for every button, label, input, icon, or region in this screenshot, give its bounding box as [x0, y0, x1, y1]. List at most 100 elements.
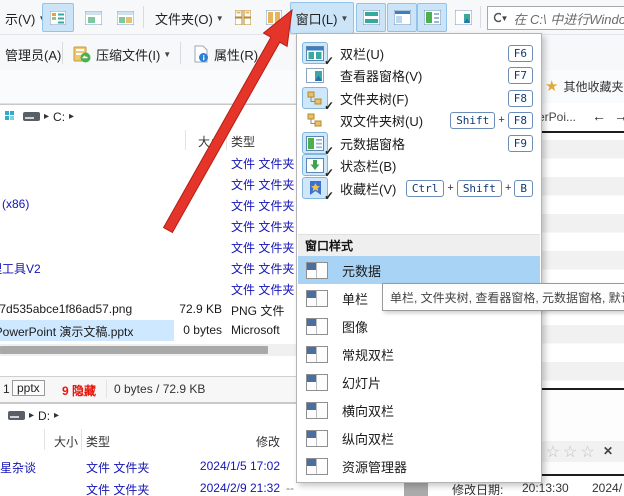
- toolbar-separator: [180, 42, 181, 64]
- close-icon[interactable]: ✕: [603, 444, 613, 458]
- column-header-type[interactable]: 类型: [231, 133, 255, 150]
- horizontal-panes-button[interactable]: [356, 3, 386, 32]
- dual-vertical-pane-icon: [266, 10, 282, 25]
- crumb-arrow-icon: ▸: [29, 410, 34, 421]
- hidden-files-badge[interactable]: 9 隐藏: [62, 382, 96, 399]
- properties-button[interactable]: 属性(R) ▼: [188, 41, 274, 67]
- other-favorites-button[interactable]: ★ 其他收藏夹: [545, 77, 623, 95]
- properties-label: 属性(R): [214, 45, 258, 64]
- tooltip: 单栏, 文件夹树, 查看器窗格, 元数据窗格, 默认: [382, 283, 624, 311]
- menu-item-style-regular-dual[interactable]: 常规双栏: [298, 340, 540, 368]
- extension-badge[interactable]: pptx: [12, 380, 45, 396]
- viewer-pane-icon: [302, 64, 328, 86]
- file-type: 文件 文件夹: [86, 459, 149, 476]
- menu-item-label: 收藏栏(V): [340, 179, 396, 198]
- menu-item-viewer-pane[interactable]: 查看器窗格(V) F7: [298, 64, 540, 86]
- forward-arrow-icon[interactable]: →: [614, 108, 624, 124]
- admin-button[interactable]: 管理员(A): [0, 41, 66, 67]
- window-style-icon: [306, 318, 328, 335]
- search-input[interactable]: ▼ 在 C:\ 中进行Windo: [487, 6, 624, 30]
- metadata-pane-button[interactable]: [417, 3, 447, 32]
- quad-pane-icon: [235, 10, 251, 25]
- menu-item-label: 幻灯片: [342, 373, 381, 392]
- shortcut-key: Ctrl: [406, 180, 445, 197]
- file-modified: 2024/1/5 17:02: [170, 459, 280, 473]
- horizontal-panes-icon: [363, 10, 380, 25]
- quad-pane-button[interactable]: [227, 3, 258, 32]
- modified-date-value: 2024/: [592, 481, 622, 495]
- window-style-icon: [306, 402, 328, 419]
- menu-item-style-image[interactable]: 图像: [298, 312, 540, 340]
- window-menu-button[interactable]: 窗口(L) ▼: [290, 2, 354, 34]
- shortcut-key: F7: [508, 67, 533, 84]
- menu-item-style-vertical-dual[interactable]: 纵向双栏: [298, 424, 540, 452]
- menu-item-style-horizontal-dual[interactable]: 横向双栏: [298, 396, 540, 424]
- menu-item-metadata-pane[interactable]: ✓ 元数据窗格 F9: [298, 132, 540, 154]
- menu-item-label: 纵向双栏: [342, 429, 394, 448]
- file-type: 文件 文件夹: [86, 481, 149, 496]
- column-header-size[interactable]: 大小: [48, 433, 78, 450]
- back-arrow-icon[interactable]: ←: [592, 108, 606, 124]
- tooltip-text: 单栏, 文件夹树, 查看器窗格, 元数据窗格, 默认: [390, 289, 624, 306]
- menu-item-status-bar[interactable]: ✓ 状态栏(B): [298, 154, 540, 176]
- column-header-type[interactable]: 类型: [86, 433, 110, 450]
- archive-icon: [73, 46, 91, 63]
- properties-icon: [193, 45, 209, 63]
- shortcut-key: Shift: [457, 180, 502, 197]
- pane-green-orange-icon: [117, 11, 134, 25]
- chevron-down-icon: ▼: [261, 50, 269, 59]
- shortcut-key: F6: [508, 45, 533, 62]
- archive-button[interactable]: 压缩文件(I) ▼: [68, 41, 176, 67]
- menu-item-style-explorer[interactable]: 资源管理器: [298, 452, 540, 480]
- viewer-window-icon: [455, 10, 472, 25]
- split-view-button[interactable]: [109, 3, 141, 32]
- menu-item-label: 状态栏(B): [340, 156, 396, 175]
- menu-item-label: 资源管理器: [342, 457, 407, 476]
- viewer-window-button[interactable]: [448, 3, 478, 32]
- dual-vertical-pane-button[interactable]: [258, 3, 289, 32]
- tree-pane-button[interactable]: [387, 3, 417, 32]
- plus-sign: +: [498, 114, 504, 126]
- plus-sign: +: [505, 182, 511, 194]
- pane-divider-line: [538, 388, 624, 390]
- breadcrumb-drive-d[interactable]: D:: [38, 409, 50, 423]
- view-menu-label: 示(V): [5, 9, 35, 28]
- crumb-arrow-icon: ▸: [69, 111, 74, 122]
- viewer-pane-toggle-button[interactable]: [77, 3, 109, 32]
- folder-menu-button[interactable]: 文件夹(O) ▼: [150, 4, 229, 32]
- toolbar-separator: [480, 6, 481, 28]
- file-type: 文件 文件夹: [231, 281, 294, 298]
- file-name: 星杂谈: [0, 459, 36, 476]
- modified-date-label: 修改日期:: [452, 481, 503, 496]
- check-icon: ✓: [324, 189, 334, 203]
- metadata-pane-icon: ✓: [302, 132, 328, 154]
- menu-item-style-slideshow[interactable]: 幻灯片: [298, 368, 540, 396]
- window-style-icon: [306, 458, 328, 475]
- menu-item-favorites-bar[interactable]: ✓ 收藏栏(V) Ctrl + Shift + B: [298, 177, 540, 199]
- details-view-button[interactable]: [42, 3, 74, 32]
- scrollbar-thumb[interactable]: [0, 346, 268, 354]
- column-header-size[interactable]: 大小: [150, 133, 222, 150]
- menu-item-label: 常规双栏: [342, 345, 394, 364]
- breadcrumb-drive-c[interactable]: C:: [53, 110, 65, 124]
- menu-item-style-metadata[interactable]: 元数据: [298, 256, 540, 284]
- tab-powerpoint-file[interactable]: erPoi...: [538, 110, 576, 124]
- crumb-arrow-icon: ▸: [44, 111, 49, 122]
- other-favorites-label: 其他收藏夹: [563, 78, 623, 95]
- archive-label: 压缩文件(I): [96, 45, 160, 64]
- shortcut-key: F8: [508, 90, 533, 107]
- chevron-down-icon: ▼: [163, 50, 171, 59]
- menu-item-dual-folder-tree[interactable]: 双文件夹树(U) Shift + F8: [298, 109, 540, 131]
- file-type: 文件 文件夹: [231, 176, 294, 193]
- window-style-icon: [306, 262, 328, 279]
- chevron-down-icon: ▼: [216, 14, 224, 23]
- pane-green-icon: [85, 11, 102, 25]
- column-header-modified[interactable]: 修改: [240, 433, 280, 450]
- menu-item-folder-tree[interactable]: ✓ 文件夹树(F) F8: [298, 87, 540, 109]
- pane-splitter[interactable]: [404, 482, 428, 496]
- file-name: 理工具V2: [0, 260, 41, 277]
- plus-sign: +: [447, 182, 453, 194]
- menu-item-dual-pane[interactable]: ✓ 双栏(U) F6: [298, 42, 540, 64]
- tree-pane-icon: [394, 10, 411, 25]
- modified-time-value: 20:13:30: [522, 481, 569, 495]
